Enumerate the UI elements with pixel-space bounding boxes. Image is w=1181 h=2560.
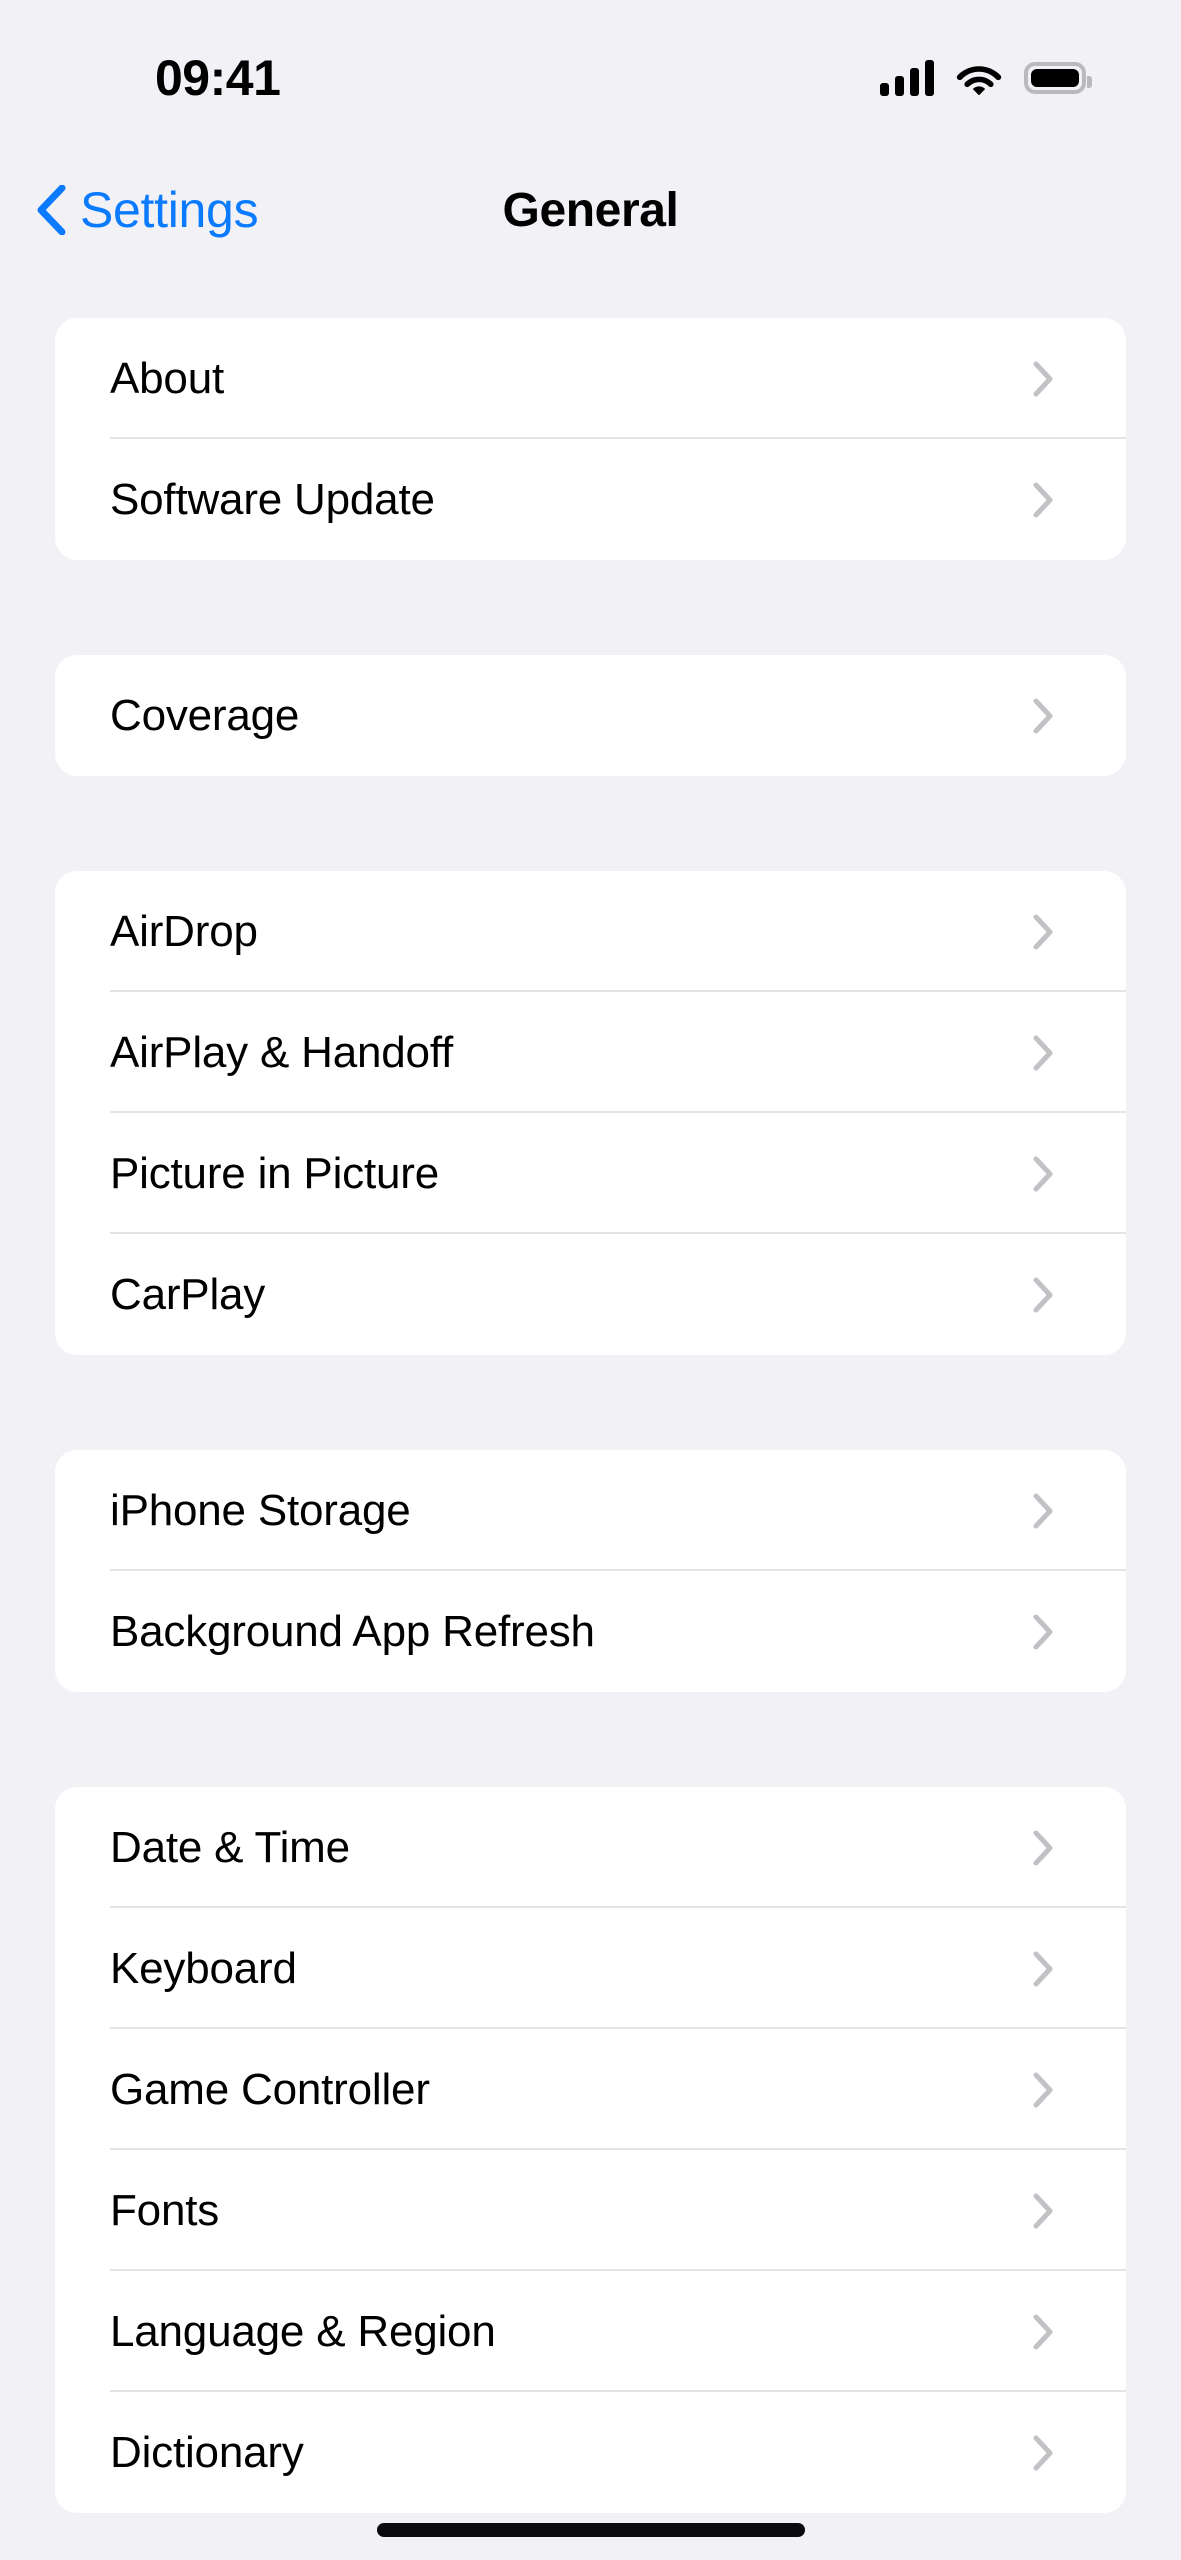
settings-row[interactable]: Dictionary: [55, 2392, 1126, 2513]
battery-icon: [1024, 62, 1092, 94]
chevron-right-icon: [1033, 361, 1084, 397]
settings-list: About Software Update Coverage AirDrop AirPl…: [0, 318, 1181, 2560]
settings-row-label: Picture in Picture: [110, 1148, 439, 1198]
settings-row-label: Dictionary: [110, 2427, 304, 2477]
settings-row[interactable]: About: [55, 318, 1126, 439]
chevron-right-icon: [1033, 2072, 1084, 2108]
chevron-right-icon: [1033, 698, 1084, 734]
page-title: General: [502, 183, 679, 237]
settings-row-label: Coverage: [110, 690, 300, 740]
settings-row-label: CarPlay: [110, 1269, 266, 1319]
status-bar-icons: [880, 54, 1092, 96]
chevron-right-icon: [1033, 1830, 1084, 1866]
settings-row[interactable]: iPhone Storage: [55, 1450, 1126, 1571]
chevron-right-icon: [1033, 914, 1084, 950]
system-info-group: About Software Update: [55, 318, 1126, 560]
navigation-bar: Settings General: [0, 165, 1181, 255]
settings-row-label: Background App Refresh: [110, 1606, 595, 1656]
chevron-right-icon: [1033, 2314, 1084, 2350]
chevron-right-icon: [1033, 1277, 1084, 1313]
settings-row-label: iPhone Storage: [110, 1485, 411, 1535]
settings-row[interactable]: Background App Refresh: [55, 1571, 1126, 1692]
chevron-right-icon: [1033, 1035, 1084, 1071]
settings-row-label: Date & Time: [110, 1822, 350, 1872]
settings-row[interactable]: AirPlay & Handoff: [55, 992, 1126, 1113]
settings-row[interactable]: Language & Region: [55, 2271, 1126, 2392]
settings-row-label: AirDrop: [110, 906, 258, 956]
status-bar: 09:41: [0, 0, 1181, 150]
chevron-right-icon: [1033, 1614, 1084, 1650]
settings-row[interactable]: Picture in Picture: [55, 1113, 1126, 1234]
settings-row-label: AirPlay & Handoff: [110, 1027, 454, 1077]
settings-row[interactable]: Date & Time: [55, 1787, 1126, 1908]
home-indicator[interactable]: [376, 2523, 805, 2537]
connectivity-group: AirDrop AirPlay & Handoff Picture in Pictu…: [55, 871, 1126, 1355]
chevron-right-icon: [1033, 482, 1084, 518]
chevron-right-icon: [1033, 1156, 1084, 1192]
settings-row-label: Game Controller: [110, 2064, 430, 2114]
settings-row-label: Fonts: [110, 2185, 220, 2235]
settings-row[interactable]: Coverage: [55, 655, 1126, 776]
status-bar-time: 09:41: [155, 50, 281, 106]
settings-row[interactable]: AirDrop: [55, 871, 1126, 992]
settings-row[interactable]: Game Controller: [55, 2029, 1126, 2150]
localization-group: Date & Time Keyboard Game Controller Fonts L…: [55, 1787, 1126, 2513]
coverage-group: Coverage: [55, 655, 1126, 776]
settings-row-label: Language & Region: [110, 2306, 496, 2356]
settings-row-label: Software Update: [110, 474, 435, 524]
chevron-right-icon: [1033, 2193, 1084, 2229]
cellular-signal-icon: [880, 60, 934, 96]
storage-group: iPhone Storage Background App Refresh: [55, 1450, 1126, 1692]
settings-row[interactable]: CarPlay: [55, 1234, 1126, 1355]
settings-row-label: About: [110, 353, 224, 403]
settings-row[interactable]: Fonts: [55, 2150, 1126, 2271]
settings-row[interactable]: Keyboard: [55, 1908, 1126, 2029]
chevron-right-icon: [1033, 1951, 1084, 1987]
settings-row-label: Keyboard: [110, 1943, 297, 1993]
settings-row[interactable]: Software Update: [55, 439, 1126, 560]
chevron-right-icon: [1033, 1493, 1084, 1529]
settings-general-screen: 09:41 Settings General About Software Up…: [0, 0, 1181, 2560]
chevron-right-icon: [1033, 2435, 1084, 2471]
wifi-icon: [956, 61, 1002, 95]
